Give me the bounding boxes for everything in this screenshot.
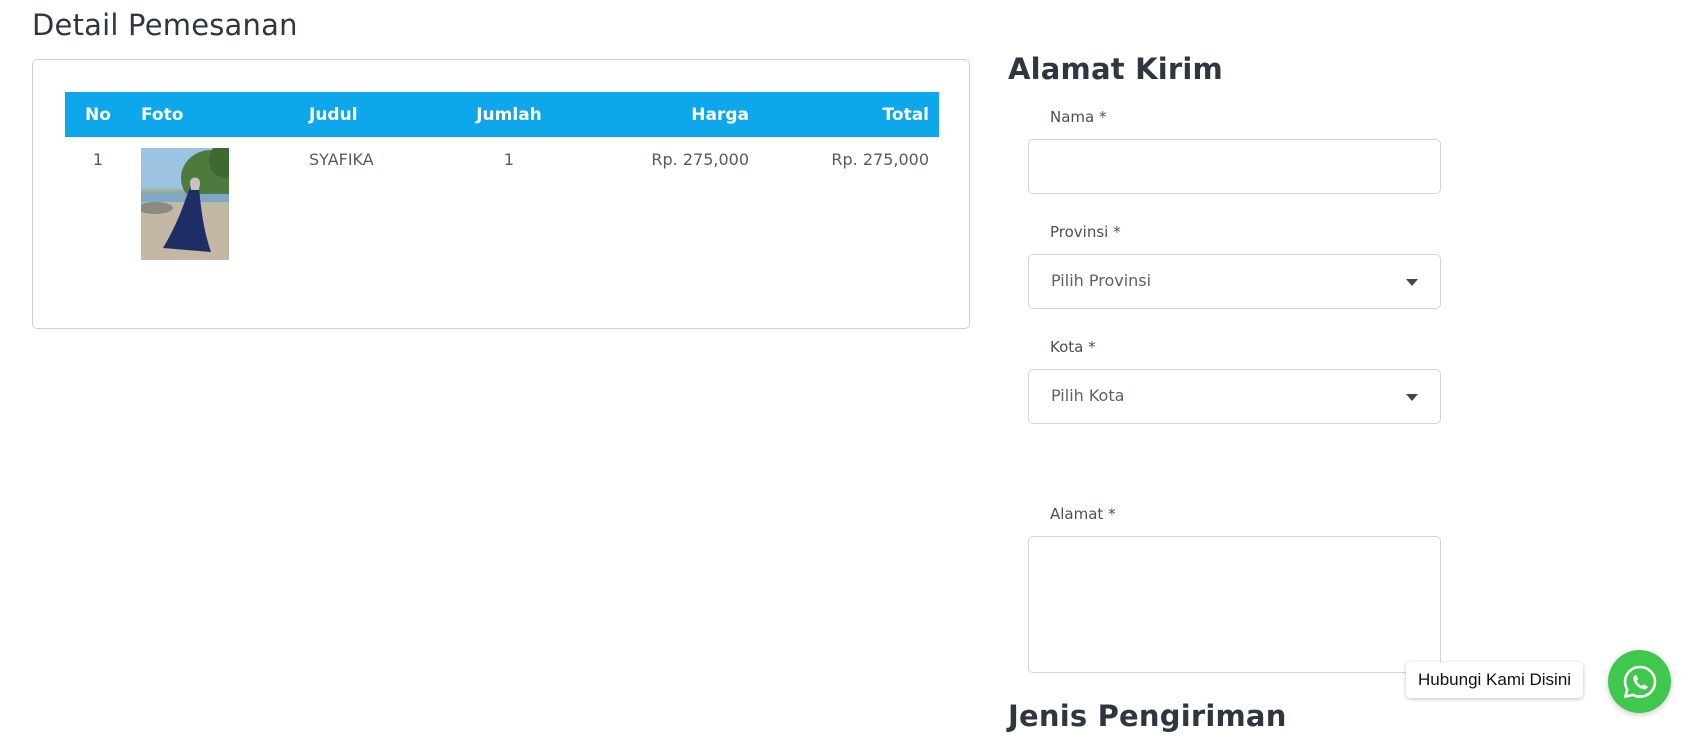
nama-input[interactable]	[1028, 139, 1441, 194]
row-harga: Rp. 275,000	[651, 150, 749, 169]
chevron-down-icon	[1406, 279, 1418, 286]
whatsapp-icon	[1623, 665, 1656, 698]
col-header-jumlah: Jumlah	[476, 104, 542, 125]
shipping-title: Jenis Pengiriman	[1008, 699, 1287, 733]
alamat-textarea[interactable]	[1028, 536, 1441, 673]
table-row: 1 SYAFIKA 1 Rp. 275,000 Rp. 275,000	[65, 137, 939, 261]
kota-selected-value: Pilih Kota	[1051, 386, 1125, 405]
row-total: Rp. 275,000	[831, 150, 929, 169]
provinsi-label: Provinsi *	[1050, 223, 1121, 241]
chevron-down-icon	[1406, 394, 1418, 401]
row-jumlah: 1	[503, 150, 515, 169]
col-header-judul: Judul	[309, 104, 358, 125]
order-detail-title: Detail Pemesanan	[32, 8, 298, 42]
col-header-total: Total	[882, 104, 929, 125]
col-header-no: No	[85, 104, 111, 125]
kota-select[interactable]: Pilih Kota	[1028, 369, 1441, 424]
order-detail-card: No Foto Judul Jumlah Harga Total 1 SYAFI…	[32, 59, 970, 329]
whatsapp-button[interactable]	[1608, 650, 1671, 713]
provinsi-selected-value: Pilih Provinsi	[1051, 271, 1152, 290]
nama-label: Nama *	[1050, 108, 1107, 126]
provinsi-select[interactable]: Pilih Provinsi	[1028, 254, 1441, 309]
col-header-foto: Foto	[141, 104, 184, 125]
order-table: No Foto Judul Jumlah Harga Total 1 SYAFI…	[65, 92, 939, 261]
product-photo-image	[141, 148, 229, 260]
address-title: Alamat Kirim	[1008, 52, 1223, 86]
alamat-label: Alamat *	[1050, 505, 1116, 523]
row-foto-cell	[131, 137, 299, 261]
col-header-harga: Harga	[691, 104, 749, 125]
row-judul: SYAFIKA	[309, 150, 374, 169]
order-table-header: No Foto Judul Jumlah Harga Total	[65, 92, 939, 137]
whatsapp-tooltip-label[interactable]: Hubungi Kami Disini	[1406, 662, 1584, 698]
product-photo	[141, 148, 229, 260]
kota-label: Kota *	[1050, 338, 1096, 356]
checkout-page: Detail Pemesanan No Foto Judul Jumlah Ha…	[0, 0, 1686, 739]
row-no: 1	[92, 150, 104, 169]
